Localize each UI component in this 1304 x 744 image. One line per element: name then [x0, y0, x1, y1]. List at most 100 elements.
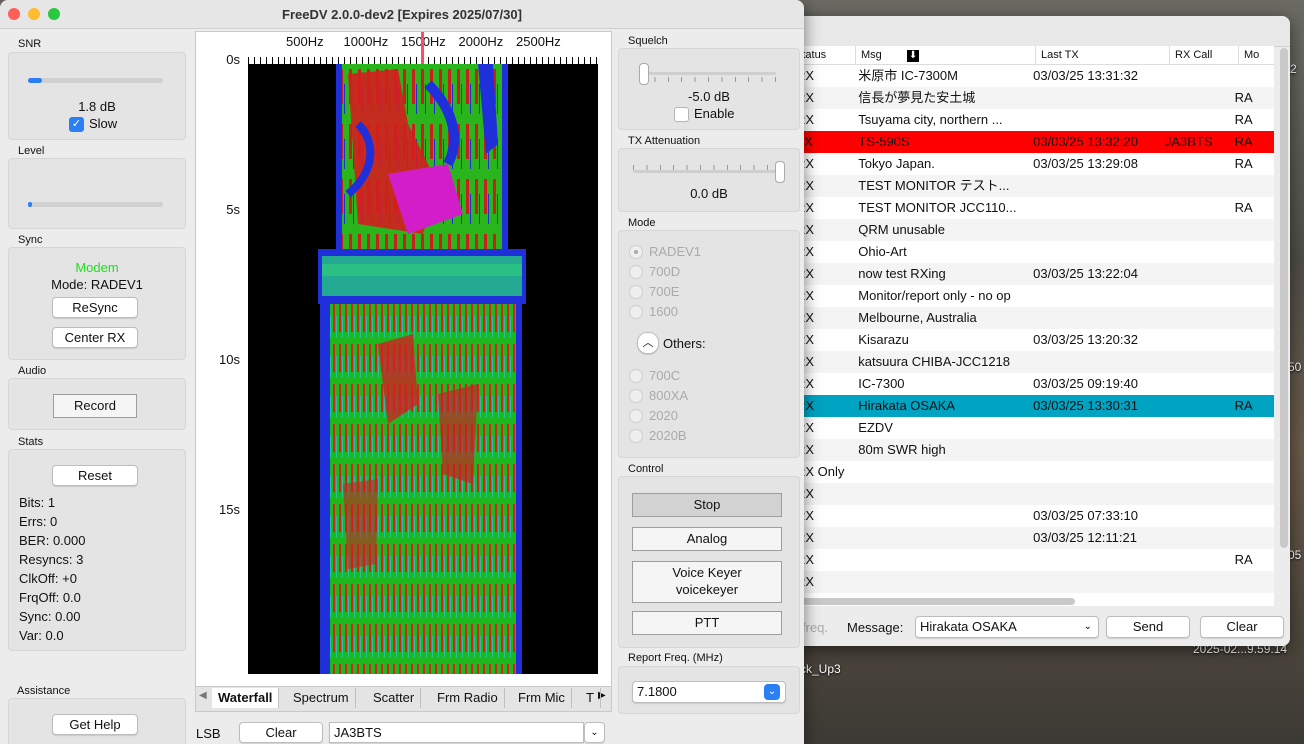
tab-waterfall[interactable]: Waterfall [212, 688, 280, 708]
mode-radio-700c[interactable] [629, 369, 643, 383]
table-row[interactable]: RX Kisarazu 03/03/25 13:20:32 [790, 329, 1274, 351]
voice-keyer-button[interactable]: Voice Keyer voicekeyer [632, 561, 782, 603]
mode-radio-800xa[interactable] [629, 389, 643, 403]
reset-stats-button[interactable]: Reset [52, 465, 138, 486]
slow-label: Slow [89, 116, 118, 131]
chevron-down-icon[interactable]: ⌄ [584, 722, 605, 743]
cell-mode [1229, 263, 1274, 285]
tab-frm-mic[interactable]: Frm Mic [512, 688, 572, 708]
table-row[interactable]: RX IC-7300 03/03/25 09:19:40 [790, 373, 1274, 395]
stop-button[interactable]: Stop [632, 493, 782, 517]
table-row[interactable]: RX Tsuyama city, northern ... RA [790, 109, 1274, 131]
table-row[interactable]: RX TEST MONITOR テスト... [790, 175, 1274, 197]
clear-callsign-button[interactable]: Clear [239, 722, 323, 743]
table-row[interactable]: RX Monitor/report only - no op [790, 285, 1274, 307]
table-row[interactable]: RX Only [790, 461, 1274, 483]
cell-mode [1229, 65, 1274, 87]
get-help-button[interactable]: Get Help [52, 714, 138, 735]
sync-group-label: Sync [18, 234, 43, 246]
clear-message-button[interactable]: Clear [1200, 616, 1284, 638]
table-row[interactable]: RX 信長が夢見た安土城 RA [790, 87, 1274, 109]
tab-scatter[interactable]: Scatter [367, 688, 422, 708]
tuning-marker[interactable] [421, 32, 424, 64]
tab-t[interactable]: T [580, 688, 601, 708]
column-header-last-tx[interactable]: Last TX [1036, 46, 1170, 64]
cell-last-tx [1027, 241, 1159, 263]
desktop-file-label[interactable]: ck_Up3 [800, 662, 841, 676]
tx-atten-value: 0.0 dB [690, 186, 728, 201]
cell-mode [1229, 307, 1274, 329]
table-row[interactable]: RX RA [790, 549, 1274, 571]
mode-radio-radev1[interactable] [629, 245, 643, 259]
table-row[interactable]: RX 米原市 IC-7300M 03/03/25 13:31:32 [790, 65, 1274, 87]
table-row[interactable]: RX 80m SWR high [790, 439, 1274, 461]
column-header-mode[interactable]: Mo [1239, 46, 1274, 64]
window-titlebar[interactable]: FreeDV 2.0.0-dev2 [Expires 2025/07/30] [0, 0, 804, 29]
table-row[interactable]: RX Tokyo Japan. 03/03/25 13:29:08 RA [790, 153, 1274, 175]
column-header-rx-call[interactable]: RX Call [1170, 46, 1239, 64]
squelch-enable-checkbox[interactable] [674, 107, 689, 122]
table-row[interactable]: RX Melbourne, Australia [790, 307, 1274, 329]
ptt-button[interactable]: PTT [632, 611, 782, 635]
tab-scroll-left-icon[interactable]: ◀ [199, 690, 207, 701]
mode-radio-2020b[interactable] [629, 429, 643, 443]
squelch-slider-track[interactable] [641, 72, 776, 75]
table-row[interactable]: RX Hirakata OSAKA 03/03/25 13:30:31 RA [790, 395, 1274, 417]
chevron-down-icon[interactable]: ⌄ [764, 684, 780, 700]
level-meter-fill [28, 202, 33, 207]
table-row[interactable]: RX [790, 571, 1274, 593]
mode-group-label: Mode [628, 217, 656, 229]
table-row[interactable]: RX Ohio-Art [790, 241, 1274, 263]
table-row[interactable]: RX 03/03/25 07:33:10 [790, 505, 1274, 527]
message-select[interactable]: Hirakata OSAKA ⌄ [915, 616, 1099, 638]
tx-atten-slider-knob[interactable] [775, 161, 785, 183]
analog-button[interactable]: Analog [632, 527, 782, 551]
stats-line: Sync: 0.00 [19, 609, 81, 624]
cell-last-tx: 03/03/25 13:22:04 [1033, 266, 1138, 281]
send-button[interactable]: Send [1106, 616, 1190, 638]
cell-msg: TEST MONITOR JCC110... [858, 200, 1017, 215]
cell-last-tx: 03/03/25 09:19:40 [1033, 376, 1138, 391]
record-button[interactable]: Record [53, 394, 137, 418]
cell-mode: RA [1234, 200, 1253, 215]
table-row[interactable]: RX [790, 483, 1274, 505]
station-list-table[interactable]: Status Msg ⬇ Last TX RX Call Mo RX 米原市 IC… [790, 46, 1274, 606]
mode-radio-700d[interactable] [629, 265, 643, 279]
chevron-up-icon[interactable]: ︿ [637, 332, 659, 354]
cell-last-tx [1027, 351, 1159, 373]
stats-line: BER: 0.000 [19, 533, 86, 548]
table-row[interactable]: RX TEST MONITOR JCC110... RA [790, 197, 1274, 219]
station-list-titlebar[interactable] [790, 16, 1290, 47]
time-tick-label: 5s [226, 202, 240, 217]
horizontal-scrollbar[interactable] [800, 598, 1075, 605]
vertical-scrollbar[interactable] [1280, 48, 1288, 548]
mode-radio-2020[interactable] [629, 409, 643, 423]
waterfall-display[interactable] [248, 64, 598, 674]
squelch-slider-knob[interactable] [639, 63, 649, 85]
report-freq-select[interactable]: 7.1800 [632, 681, 786, 703]
callsign-combo[interactable]: JA3BTS [329, 722, 584, 743]
cell-rx-call [1159, 175, 1229, 197]
slow-checkbox[interactable]: ✓ [69, 117, 84, 132]
cell-rx-call [1159, 483, 1229, 505]
table-row[interactable]: TX TS-590S 03/03/25 13:32:20 JA3BTS RA [790, 131, 1274, 153]
window-title: FreeDV 2.0.0-dev2 [Expires 2025/07/30] [282, 7, 522, 22]
center-rx-button[interactable]: Center RX [52, 327, 138, 348]
station-list-header: Status Msg ⬇ Last TX RX Call Mo [790, 46, 1274, 65]
cell-mode: RA [1234, 90, 1253, 105]
mode-radio-700e[interactable] [629, 285, 643, 299]
cell-mode [1229, 439, 1274, 461]
cell-msg: TS-590S [858, 134, 910, 149]
cell-last-tx [1027, 87, 1159, 109]
resync-button[interactable]: ReSync [52, 297, 138, 318]
table-row[interactable]: RX katsuura CHIBA-JCC1218 [790, 351, 1274, 373]
tab-spectrum[interactable]: Spectrum [287, 688, 356, 708]
table-row[interactable]: RX QRM unusable [790, 219, 1274, 241]
mode-radio-1600[interactable] [629, 305, 643, 319]
tx-atten-slider-track[interactable] [633, 170, 778, 173]
column-header-msg[interactable]: Msg ⬇ [856, 46, 1036, 64]
table-row[interactable]: RX 03/03/25 12:11:21 [790, 527, 1274, 549]
table-row[interactable]: RX EZDV [790, 417, 1274, 439]
tab-frm-radio[interactable]: Frm Radio [431, 688, 505, 708]
table-row[interactable]: RX now test RXing 03/03/25 13:22:04 [790, 263, 1274, 285]
